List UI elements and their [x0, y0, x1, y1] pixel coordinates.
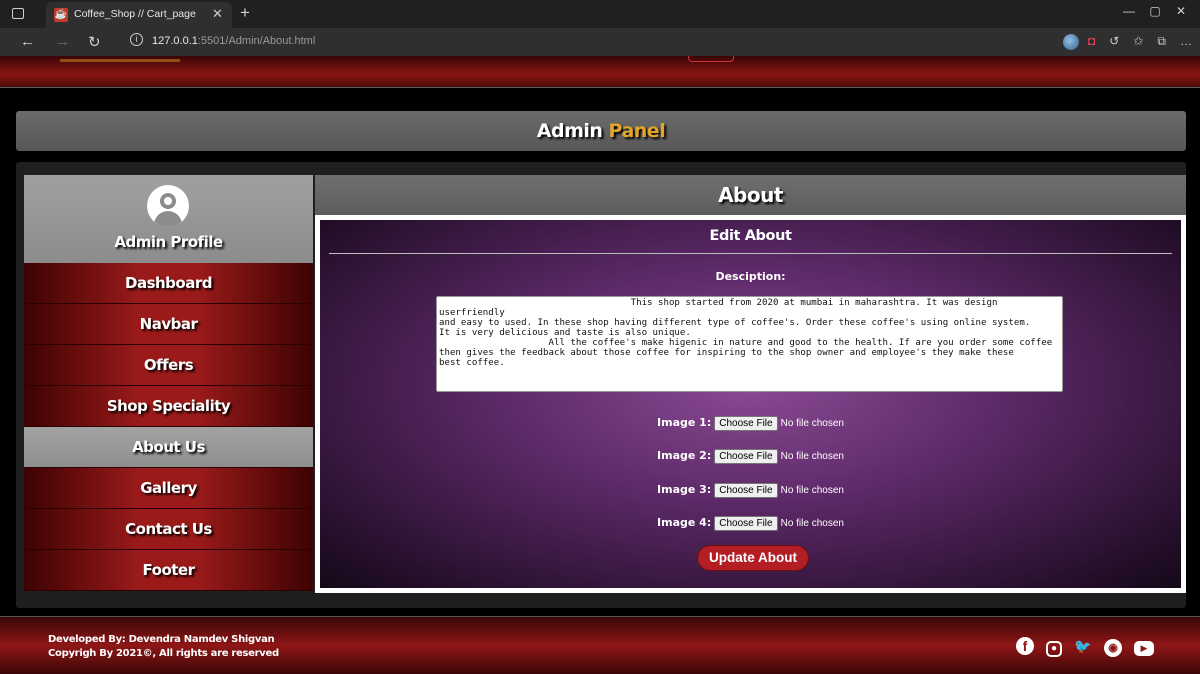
url-host: 127.0.0.1 [152, 35, 198, 47]
sidebar: Admin Profile Dashboard Navbar Offers Sh… [24, 175, 313, 593]
image-1-label: Image 1: [657, 416, 712, 430]
address-bar-icons: ☆◘↺✩⧉… [1049, 34, 1192, 50]
page-title-accent: Panel [608, 120, 666, 142]
url-text[interactable]: 127.0.0.1:5501/Admin/About.html [152, 35, 315, 47]
page-title: Admin Panel [536, 120, 666, 142]
sidebar-item-gallery[interactable]: Gallery [24, 468, 313, 509]
browser-tab-bar: ☕ Coffee_Shop // Cart_page ✕ + — ▢ ✕ [0, 0, 1200, 28]
admin-profile-label: Admin Profile [114, 233, 223, 251]
more-icon[interactable]: … [1180, 34, 1192, 48]
image-4-label: Image 4: [657, 516, 712, 530]
new-tab-icon[interactable]: + [240, 3, 250, 23]
image-2-label: Image 2: [657, 449, 712, 463]
user-avatar-icon [147, 185, 189, 227]
favorites-icon[interactable]: ✩ [1133, 34, 1143, 48]
description-label: Desciption: [715, 270, 786, 283]
window-controls: — ▢ ✕ [1116, 4, 1194, 18]
github-icon[interactable]: ◉ [1104, 639, 1122, 657]
description-textarea[interactable]: This shop started from 2020 at mumbai in… [436, 296, 1063, 392]
developer-credit: Developed By: Devendra Namdev Shigvan [48, 634, 275, 645]
navbar-button[interactable] [688, 56, 734, 62]
section-title: About [315, 175, 1186, 215]
restore-icon[interactable]: ▢ [1142, 4, 1168, 18]
url-path: :5501/Admin/About.html [197, 35, 316, 47]
facebook-icon[interactable]: f [1016, 637, 1034, 655]
image-1-choose-file-button[interactable]: Choose File [714, 416, 778, 431]
sidebar-item-about-us[interactable]: About Us [24, 427, 313, 468]
image-4-file-status: No file chosen [780, 518, 844, 529]
sidebar-item-contact-us[interactable]: Contact Us [24, 509, 313, 550]
image-1-file-status: No file chosen [780, 418, 844, 429]
image-2-choose-file-button[interactable]: Choose File [714, 449, 778, 464]
sidebar-item-navbar[interactable]: Navbar [24, 304, 313, 345]
image-4-row: Image 4: Choose File No file chosen [320, 516, 1181, 531]
sidebar-item-shop-speciality[interactable]: Shop Speciality [24, 386, 313, 427]
sidebar-item-offers[interactable]: Offers [24, 345, 313, 386]
image-3-row: Image 3: Choose File No file chosen [320, 483, 1181, 498]
sidebar-item-dashboard[interactable]: Dashboard [24, 263, 313, 304]
edit-about-form: Edit About Desciption: This shop started… [320, 220, 1181, 588]
footer: Developed By: Devendra Namdev Shigvan Co… [0, 616, 1200, 674]
browser-tab[interactable]: ☕ Coffee_Shop // Cart_page ✕ [46, 2, 232, 28]
copyright-text: Copyrigh By 2021©, All rights are reserv… [48, 648, 279, 659]
back-icon[interactable]: ← [20, 33, 35, 50]
site-navbar-strip [0, 56, 1200, 88]
minimize-icon[interactable]: — [1116, 4, 1142, 18]
url-field[interactable]: i 127.0.0.1:5501/Admin/About.html [118, 32, 948, 52]
forward-icon[interactable]: → [55, 33, 70, 50]
edit-about-frame: Edit About Desciption: This shop started… [315, 215, 1186, 593]
site-logo [60, 52, 180, 62]
footer-credits: Developed By: Devendra Namdev Shigvan Co… [48, 633, 279, 661]
youtube-icon[interactable]: ▶ [1134, 641, 1154, 656]
admin-panel-header: Admin Panel [16, 111, 1186, 151]
image-2-row: Image 2: Choose File No file chosen [320, 449, 1181, 464]
social-links: f ● 🐦 ◉ ▶ [1004, 637, 1154, 657]
coffee-favicon-icon: ☕ [54, 8, 68, 22]
pocket-extension-icon[interactable]: ◘ [1088, 34, 1095, 48]
update-about-button[interactable]: Update About [697, 545, 809, 571]
refresh-extension-icon[interactable]: ↺ [1109, 34, 1119, 48]
sidebar-menu: Dashboard Navbar Offers Shop Speciality … [24, 263, 313, 591]
form-title: Edit About [709, 228, 792, 244]
image-3-label: Image 3: [657, 483, 712, 497]
refresh-icon[interactable]: ↻ [88, 33, 101, 51]
image-1-row: Image 1: Choose File No file chosen [320, 416, 1181, 431]
profile-avatar-icon[interactable] [1063, 34, 1080, 50]
twitter-icon[interactable]: 🐦 [1074, 637, 1092, 655]
window-menu-icon[interactable] [12, 8, 24, 19]
sidebar-item-footer[interactable]: Footer [24, 550, 313, 591]
admin-profile[interactable]: Admin Profile [24, 175, 313, 263]
site-info-icon[interactable]: i [130, 33, 143, 46]
instagram-icon[interactable]: ● [1046, 641, 1062, 657]
page-title-main: Admin [536, 120, 603, 142]
image-3-choose-file-button[interactable]: Choose File [714, 483, 778, 498]
image-4-choose-file-button[interactable]: Choose File [714, 516, 778, 531]
image-2-file-status: No file chosen [780, 451, 844, 462]
tab-close-icon[interactable]: ✕ [212, 6, 223, 22]
close-window-icon[interactable]: ✕ [1168, 4, 1194, 18]
image-3-file-status: No file chosen [780, 485, 844, 496]
tab-title: Coffee_Shop // Cart_page [74, 8, 196, 20]
collections-icon[interactable]: ⧉ [1157, 34, 1166, 49]
address-bar: ← → ↻ i 127.0.0.1:5501/Admin/About.html … [0, 28, 1200, 56]
form-divider [329, 253, 1172, 254]
